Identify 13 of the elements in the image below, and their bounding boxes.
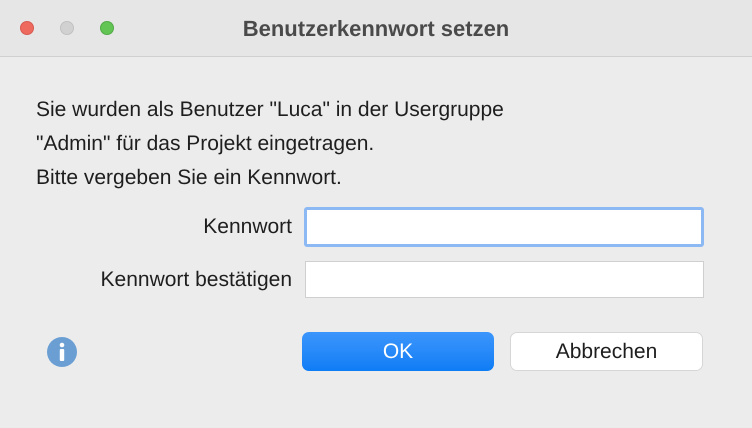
message-text: Sie wurden als Benutzer "Luca" in der Usergruppe (36, 97, 505, 123)
field-label: Kennwort bestätigen (100, 266, 292, 293)
password-field[interactable] (305, 261, 704, 298)
info-icon[interactable] (46, 336, 78, 368)
message-text: Bitte vergeben Sie ein Kennwort. (36, 165, 343, 191)
password-field[interactable] (304, 207, 704, 247)
zoom-icon[interactable] (100, 21, 114, 35)
window-title: Benutzerkennwort setzen (242, 14, 510, 42)
close-icon[interactable] (20, 21, 34, 35)
message-text: "Admin" für das Projekt eingetragen. (36, 131, 376, 157)
minimize-icon[interactable] (60, 21, 74, 35)
cancel-button[interactable]: Abbrechen (510, 332, 703, 371)
field-label: Kennwort (203, 214, 292, 240)
